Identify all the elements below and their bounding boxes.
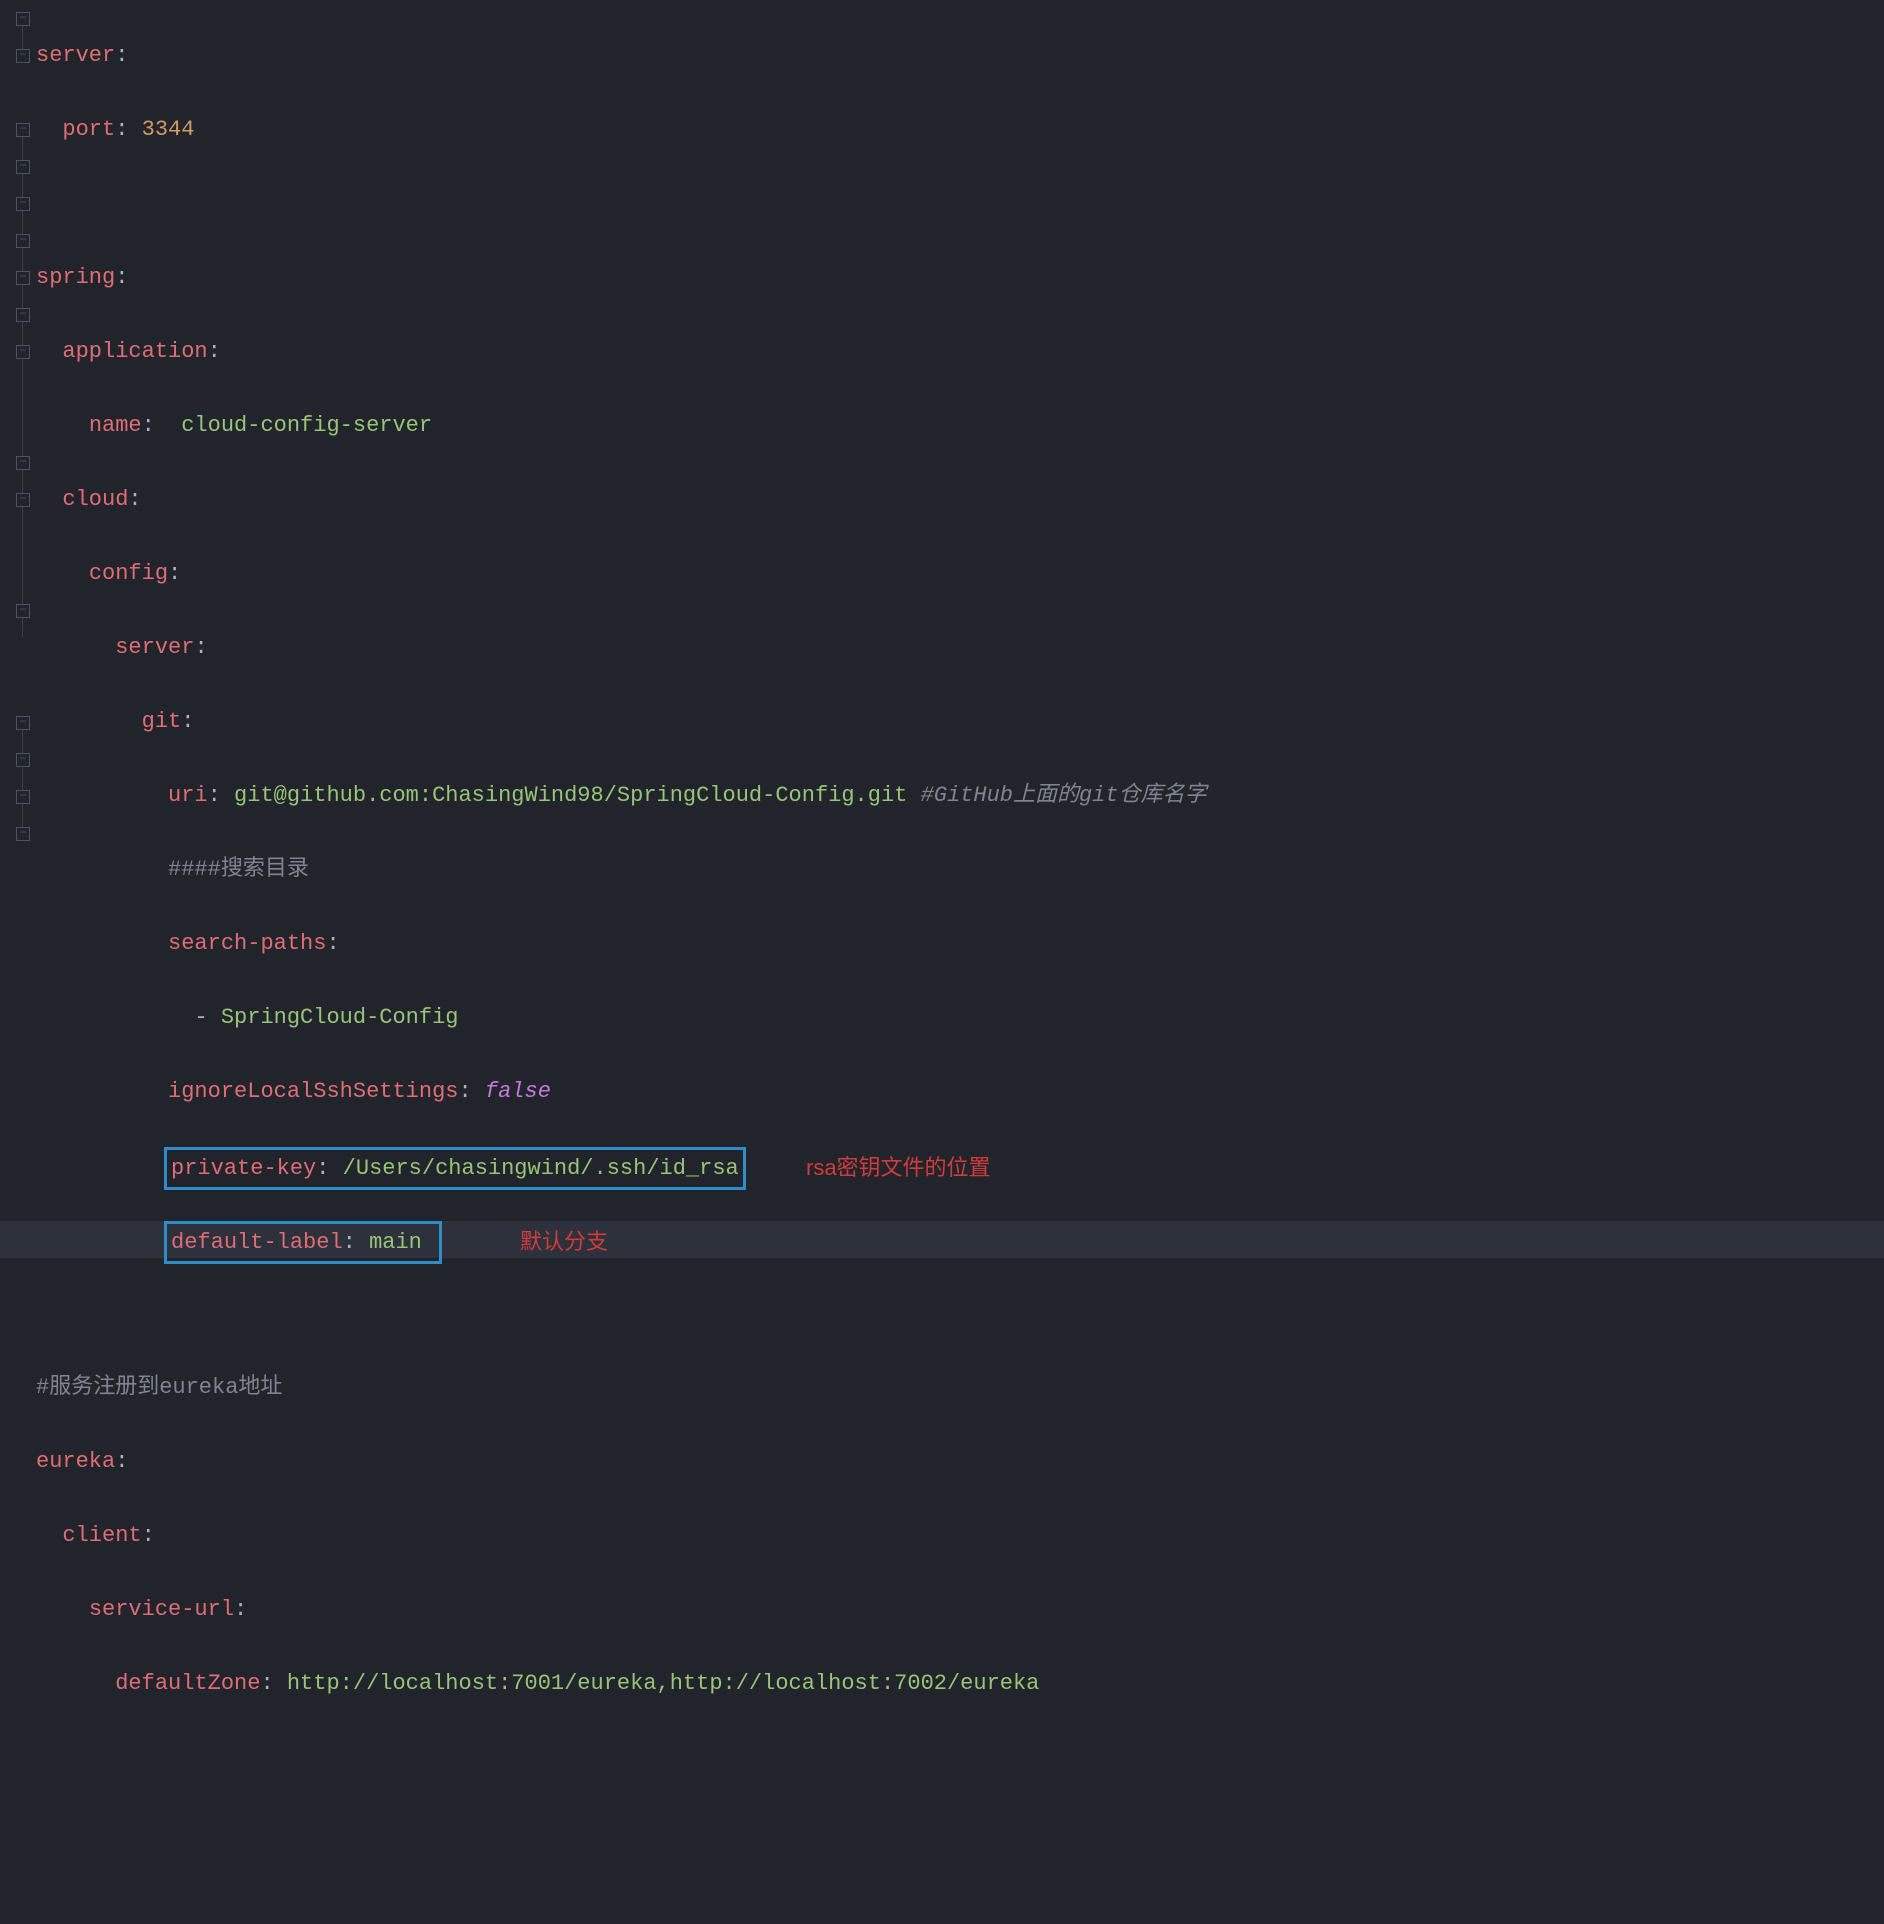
- fold-toggle-icon[interactable]: −: [16, 12, 30, 26]
- yaml-key: server: [36, 43, 115, 68]
- fold-toggle-icon[interactable]: −: [16, 308, 30, 322]
- code-line[interactable]: [36, 185, 1884, 222]
- code-line[interactable]: git:: [36, 703, 1884, 740]
- code-line[interactable]: [36, 1739, 1884, 1776]
- fold-toggle-icon[interactable]: −: [16, 753, 30, 767]
- code-line[interactable]: name: cloud-config-server: [36, 407, 1884, 444]
- highlight-box: private-key: /Users/chasingwind/.ssh/id_…: [164, 1147, 746, 1190]
- yaml-key: client: [62, 1523, 141, 1548]
- yaml-key: private-key: [171, 1156, 316, 1181]
- fold-toggle-icon[interactable]: −: [16, 493, 30, 507]
- yaml-key: default-label: [171, 1230, 343, 1255]
- fold-gutter: − − − − − − − − − − − − − − − −: [0, 0, 32, 1346]
- code-line[interactable]: spring:: [36, 259, 1884, 296]
- yaml-value: http://localhost:7001/eureka,http://loca…: [287, 1671, 1040, 1696]
- code-line[interactable]: application:: [36, 333, 1884, 370]
- yaml-value: main: [369, 1230, 422, 1255]
- code-line[interactable]: defaultZone: http://localhost:7001/eurek…: [36, 1665, 1884, 1702]
- code-line[interactable]: [36, 1295, 1884, 1332]
- annotation-text: rsa密钥文件的位置: [806, 1149, 991, 1186]
- fold-toggle-icon[interactable]: −: [16, 604, 30, 618]
- fold-toggle-icon[interactable]: −: [16, 716, 30, 730]
- yaml-comment: #服务注册到eureka地址: [36, 1375, 282, 1400]
- code-line[interactable]: port: 3344: [36, 111, 1884, 148]
- yaml-value: 3344: [142, 117, 195, 142]
- code-line[interactable]: private-key: /Users/chasingwind/.ssh/id_…: [36, 1147, 1884, 1184]
- yaml-key: eureka: [36, 1449, 115, 1474]
- fold-toggle-icon[interactable]: −: [16, 123, 30, 137]
- yaml-key: config: [89, 561, 168, 586]
- code-area[interactable]: server: port: 3344 spring: application: …: [32, 0, 1884, 1346]
- code-line[interactable]: client:: [36, 1517, 1884, 1554]
- code-editor[interactable]: − − − − − − − − − − − − − − − − server: …: [0, 0, 1884, 1346]
- yaml-value: SpringCloud-Config: [221, 1005, 459, 1030]
- highlight-box: default-label: main: [164, 1221, 442, 1264]
- yaml-key: name: [89, 413, 142, 438]
- yaml-value: /Users/chasingwind/.ssh/id_rsa: [343, 1156, 739, 1181]
- yaml-key: server: [115, 635, 194, 660]
- code-line[interactable]: server:: [36, 37, 1884, 74]
- yaml-value: false: [485, 1079, 551, 1104]
- code-line[interactable]: service-url:: [36, 1591, 1884, 1628]
- fold-toggle-icon[interactable]: −: [16, 160, 30, 174]
- fold-toggle-icon[interactable]: −: [16, 49, 30, 63]
- yaml-key: service-url: [89, 1597, 234, 1622]
- code-line[interactable]: ####搜索目录: [36, 851, 1884, 888]
- yaml-key: uri: [168, 783, 208, 808]
- yaml-key: ignoreLocalSshSettings: [168, 1079, 458, 1104]
- yaml-key: application: [62, 339, 207, 364]
- fold-toggle-icon[interactable]: −: [16, 456, 30, 470]
- yaml-value: cloud-config-server: [181, 413, 432, 438]
- code-line[interactable]: [36, 1813, 1884, 1850]
- yaml-key: port: [62, 117, 115, 142]
- code-line[interactable]: cloud:: [36, 481, 1884, 518]
- code-line[interactable]: eureka:: [36, 1443, 1884, 1480]
- yaml-value: git@github.com:ChasingWind98/SpringCloud…: [234, 783, 907, 808]
- code-line[interactable]: - SpringCloud-Config: [36, 999, 1884, 1036]
- yaml-key: spring: [36, 265, 115, 290]
- code-line[interactable]: uri: git@github.com:ChasingWind98/Spring…: [36, 777, 1884, 814]
- fold-toggle-icon[interactable]: −: [16, 345, 30, 359]
- yaml-key: search-paths: [168, 931, 326, 956]
- code-line[interactable]: search-paths:: [36, 925, 1884, 962]
- code-line[interactable]: #服务注册到eureka地址: [36, 1369, 1884, 1406]
- yaml-comment: #GitHub上面的git仓库名字: [921, 783, 1207, 808]
- yaml-comment: ####搜索目录: [168, 857, 309, 882]
- code-line[interactable]: config:: [36, 555, 1884, 592]
- fold-toggle-icon[interactable]: −: [16, 827, 30, 841]
- fold-toggle-icon[interactable]: −: [16, 271, 30, 285]
- fold-toggle-icon[interactable]: −: [16, 197, 30, 211]
- code-line[interactable]: ignoreLocalSshSettings: false: [36, 1073, 1884, 1110]
- code-line[interactable]: server:: [36, 629, 1884, 666]
- yaml-key: cloud: [62, 487, 128, 512]
- fold-toggle-icon[interactable]: −: [16, 790, 30, 804]
- code-line[interactable]: default-label: main 默认分支: [0, 1221, 1884, 1258]
- fold-toggle-icon[interactable]: −: [16, 234, 30, 248]
- annotation-text: 默认分支: [520, 1223, 608, 1260]
- yaml-key: defaultZone: [115, 1671, 260, 1696]
- yaml-key: git: [142, 709, 182, 734]
